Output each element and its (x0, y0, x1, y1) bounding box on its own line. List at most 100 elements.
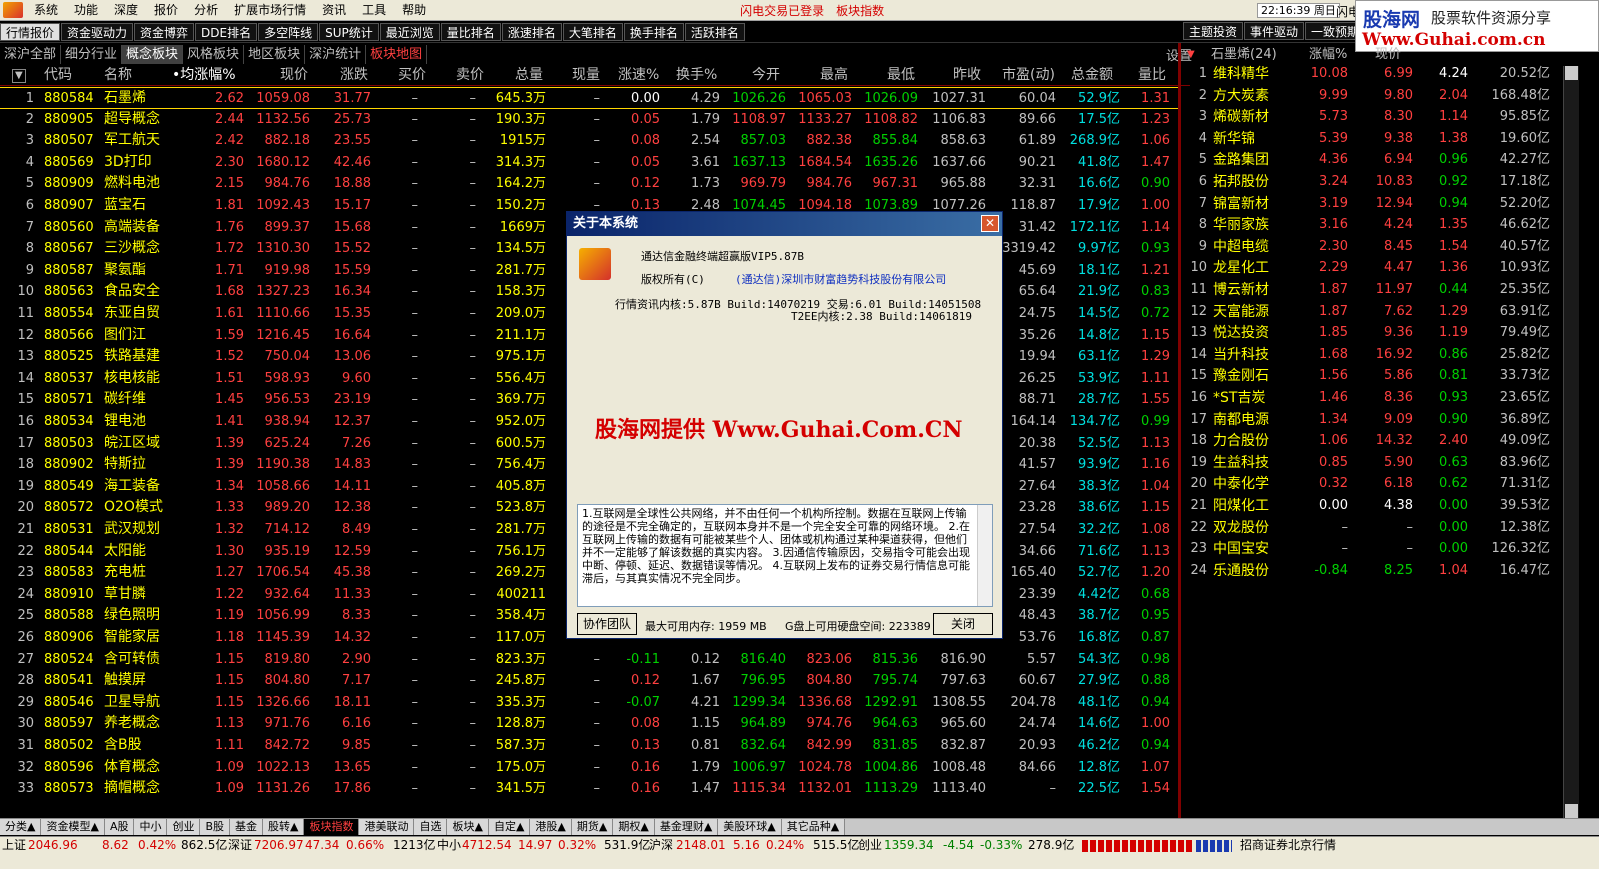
btab-us-global[interactable]: 美股环球▲ (718, 819, 782, 835)
tab-long-short[interactable]: 多空阵线 (258, 23, 319, 41)
block-index-label[interactable]: 板块指数 (830, 2, 890, 19)
btab-fund[interactable]: 基金 (230, 819, 264, 835)
col-open[interactable]: 今开 (752, 65, 780, 86)
cy-value[interactable]: 1359.34 (884, 837, 934, 853)
btab-a-share[interactable]: A股 (104, 819, 135, 835)
menu-tools[interactable]: 工具 (354, 0, 394, 21)
tab-volume-ratio[interactable]: 量比排名 (440, 23, 501, 41)
tab-recent[interactable]: 最近浏览 (379, 23, 440, 41)
right-col-change[interactable]: 涨幅% (1309, 44, 1347, 65)
btab-category[interactable]: 分类▲ (0, 819, 42, 835)
list-item[interactable]: 20 中泰化学 0.32 6.18 0.62 71.31亿 (1183, 473, 1563, 495)
col-price[interactable]: 现价 (280, 65, 308, 86)
btab-other[interactable]: 其它品种▲ (781, 819, 846, 835)
table-row[interactable]: 30 880597 养老概念 1.13 971.76 6.16 – – 128.8万 – 0.08 1… (0, 713, 1180, 735)
btab-options[interactable]: 期权▲ (613, 819, 655, 835)
right-col-price[interactable]: 现价 (1375, 44, 1401, 65)
table-row[interactable]: 3 880507 军工航天 2.42 882.18 23.55 – – 1915万 – 0.08 2.… (0, 130, 1180, 152)
col-current-vol[interactable]: 现量 (572, 65, 600, 86)
scroll-up-icon[interactable] (1565, 66, 1578, 80)
list-item[interactable]: 23 中国宝安 – – 0.00 126.32亿 (1183, 538, 1563, 560)
sz-value[interactable]: 7206.97 (254, 837, 304, 853)
hs-value[interactable]: 2148.01 (676, 837, 726, 853)
tab-dde-rank[interactable]: DDE排名 (195, 23, 258, 41)
list-item[interactable]: 14 当升科技 1.68 16.92 0.86 25.82亿 (1183, 344, 1563, 366)
scroll-down-icon[interactable] (1565, 804, 1578, 818)
tab-active[interactable]: 活跃排名 (684, 23, 745, 41)
list-item[interactable]: 15 豫金刚石 1.56 5.86 0.81 33.73亿 (1183, 365, 1563, 387)
btab-hk-us-link[interactable]: 港美联动 (359, 819, 415, 835)
tab-sh-sz-stats[interactable]: 深沪统计 (305, 44, 367, 64)
btab-futures[interactable]: 期货▲ (571, 819, 614, 835)
tab-block-map[interactable]: 板块地图 (366, 44, 428, 64)
dialog-close-icon[interactable]: ✕ (981, 215, 999, 232)
tab-quote[interactable]: 行情报价 (0, 23, 61, 41)
disclaimer-textbox[interactable]: 1.互联网是全球性公共网络，并不由任何一个机构所控制。数据在互联网上传输的途径是… (577, 504, 993, 607)
zx-value[interactable]: 4712.54 (462, 837, 512, 853)
table-row[interactable]: 4 880569 3D打印 2.30 1680.12 42.46 – – 314.3万 – 0.05… (0, 152, 1180, 174)
tab-event-drive[interactable]: 事件驱动 (1244, 22, 1305, 40)
flash-trade-status[interactable]: 闪电交易已登录 (734, 2, 830, 19)
tab-turnover[interactable]: 换手排名 (623, 23, 684, 41)
col-change[interactable]: 涨跌 (340, 65, 368, 86)
list-item[interactable]: 19 生益科技 0.85 5.90 0.63 83.96亿 (1183, 452, 1563, 474)
btab-gem[interactable]: 创业 (167, 819, 201, 835)
btab-block[interactable]: 板块▲ (447, 819, 489, 835)
tab-fund-game[interactable]: 资金博弈 (134, 23, 195, 41)
col-name[interactable]: 名称 (104, 65, 132, 86)
col-prev-close[interactable]: 昨收 (953, 65, 981, 86)
col-turnover[interactable]: 换手% (676, 65, 717, 86)
tab-big-order[interactable]: 大笔排名 (562, 23, 623, 41)
list-item[interactable]: 16 *ST吉炭 1.46 8.36 0.93 23.65亿 (1183, 387, 1563, 409)
col-amount[interactable]: 总金额 (1071, 65, 1113, 86)
menu-system[interactable]: 系统 (26, 0, 66, 21)
right-scrollbar[interactable] (1563, 66, 1579, 818)
tab-concept-block[interactable]: 概念板块 (122, 44, 184, 64)
list-item[interactable]: 5 金路集团 4.36 6.94 0.96 42.27亿 (1183, 149, 1563, 171)
table-row[interactable]: 33 880573 摘帽概念 1.09 1131.26 17.86 – – 341.5万 – 0.1… (0, 778, 1180, 800)
dialog-titlebar[interactable]: 关于本系统 ✕ (567, 212, 1002, 236)
btab-hk-stock[interactable]: 港股▲ (530, 819, 572, 835)
tab-all-sh-sz[interactable]: 深沪全部 (0, 44, 62, 64)
col-ask[interactable]: 卖价 (456, 65, 484, 86)
tab-fund-drive[interactable]: 资金驱动力 (61, 23, 134, 41)
list-item[interactable]: 8 华丽家族 3.16 4.24 1.35 46.62亿 (1183, 214, 1563, 236)
table-row[interactable]: 5 880909 燃料电池 2.15 984.76 18.88 – – 164.2万 – 0.12 1… (0, 173, 1180, 195)
team-button[interactable]: 协作团队 (577, 613, 637, 635)
menu-extended-market[interactable]: 扩展市场行情 (226, 0, 314, 21)
list-item[interactable]: 7 锦富新材 3.19 12.94 0.94 52.20亿 (1183, 193, 1563, 215)
col-code[interactable]: 代码 (44, 65, 72, 86)
btab-wealth-mgmt[interactable]: 基金理财▲ (654, 819, 719, 835)
close-button[interactable]: 关闭 (933, 613, 993, 635)
list-item[interactable]: 11 博云新材 1.87 11.97 0.44 25.35亿 (1183, 279, 1563, 301)
table-row[interactable]: 31 880502 含B股 1.11 842.72 9.85 – – 587.3万 – 0.13 0.… (0, 735, 1180, 757)
list-item[interactable]: 2 方大炭素 9.99 9.80 2.04 168.48亿 (1183, 85, 1563, 107)
btab-watchlist[interactable]: 自选 (414, 819, 448, 835)
broker-name[interactable]: 招商证券北京行情 (1240, 837, 1336, 853)
btab-sme[interactable]: 中小 (134, 819, 168, 835)
list-item[interactable]: 17 南都电源 1.34 9.09 0.90 36.89亿 (1183, 409, 1563, 431)
list-item[interactable]: 1 维科精华 10.08 6.99 4.24 20.52亿 (1183, 63, 1563, 85)
list-item[interactable]: 24 乐通股份 -0.84 8.25 1.04 16.47亿 (1183, 560, 1563, 582)
list-item[interactable]: 22 双龙股份 – – 0.00 12.38亿 (1183, 517, 1563, 539)
list-item[interactable]: 3 烯碳新材 5.73 8.30 1.14 95.85亿 (1183, 106, 1563, 128)
tab-sup-stats[interactable]: SUP统计 (319, 23, 379, 41)
sh-value[interactable]: 2046.96 (28, 837, 78, 853)
list-item[interactable]: 13 悦达投资 1.85 9.36 1.19 79.49亿 (1183, 322, 1563, 344)
col-avg-change[interactable]: •均涨幅% (172, 65, 236, 86)
list-item[interactable]: 18 力合股份 1.06 14.32 2.40 49.09亿 (1183, 430, 1563, 452)
col-volume[interactable]: 总量 (515, 65, 543, 86)
table-row[interactable]: 28 880541 触摸屏 1.15 804.80 7.17 – – 245.8万 – 0.12 1.… (0, 670, 1180, 692)
btab-b-share[interactable]: B股 (200, 819, 231, 835)
list-item[interactable]: 21 阳煤化工 0.00 4.38 0.00 39.53亿 (1183, 495, 1563, 517)
btab-fund-model[interactable]: 资金模型▲ (41, 819, 105, 835)
list-item[interactable]: 4 新华锦 5.39 9.38 1.38 19.60亿 (1183, 128, 1563, 150)
tab-rise-speed[interactable]: 涨速排名 (501, 23, 562, 41)
btab-share-transfer[interactable]: 股转▲ (263, 819, 305, 835)
company-link[interactable]: (通达信)深圳市财富趋势科技股份有限公司 (735, 271, 946, 287)
menu-help[interactable]: 帮助 (394, 0, 434, 21)
tab-style-block[interactable]: 风格板块 (183, 44, 245, 64)
right-block-title[interactable]: 石墨烯(24) (1211, 44, 1277, 65)
list-item[interactable]: 9 中超电缆 2.30 8.45 1.54 40.57亿 (1183, 236, 1563, 258)
menu-depth[interactable]: 深度 (106, 0, 146, 21)
